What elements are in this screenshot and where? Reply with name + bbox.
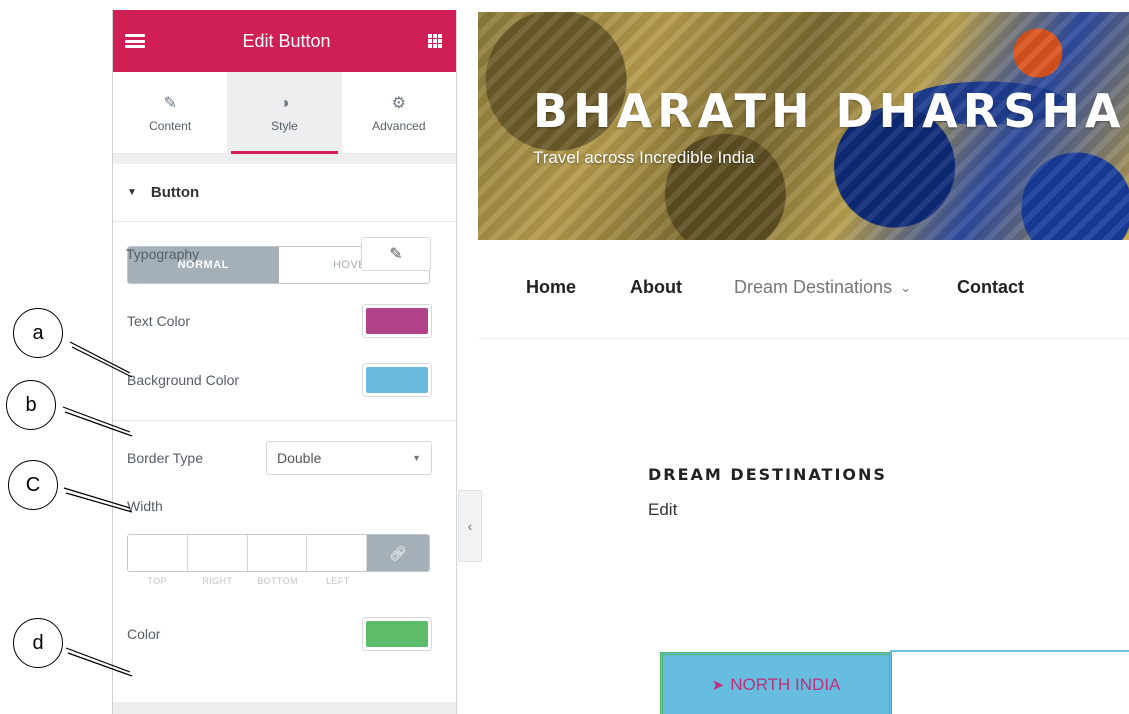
width-label-row: Width: [127, 498, 432, 514]
caret-down-icon: ▼: [127, 187, 137, 198]
chevron-left-icon: ‹: [467, 518, 473, 534]
button-row-line: [890, 650, 1129, 652]
style-controls: NORMAL HOVER Text Color Background Color…: [113, 222, 456, 702]
tab-advanced-label: Advanced: [372, 118, 426, 133]
navigation-arrow-icon: ➤: [711, 676, 725, 694]
background-color-picker[interactable]: [362, 363, 432, 397]
text-color-row: Text Color: [127, 304, 432, 338]
callout-a: a: [13, 308, 63, 358]
gear-icon: ⚙: [391, 94, 406, 112]
edit-link[interactable]: Edit: [648, 500, 677, 520]
width-top-label: TOP: [147, 576, 167, 586]
width-bottom-label: BOTTOM: [257, 576, 298, 586]
tab-style-label: Style: [271, 118, 298, 133]
nav-divider: [478, 338, 1129, 339]
width-top-input[interactable]: [128, 535, 188, 571]
divider: [113, 420, 456, 421]
border-type-label: Border Type: [127, 450, 204, 466]
editor-panel: Edit Button ✎ Content ◑ Style ⚙ Advanced…: [112, 10, 457, 714]
collapse-panel-button[interactable]: ‹: [458, 490, 482, 562]
nav-home[interactable]: Home: [526, 277, 576, 298]
callout-d: d: [13, 618, 63, 668]
background-color-label: Background Color: [127, 372, 240, 388]
width-right-label: RIGHT: [202, 576, 233, 586]
pencil-edit-icon: ✎: [389, 246, 403, 263]
half-circle-icon: ◑: [279, 94, 290, 112]
callout-b: b: [6, 380, 56, 430]
width-right-input[interactable]: [187, 535, 248, 571]
hamburger-menu-icon[interactable]: [125, 34, 145, 48]
section-title: Button: [150, 184, 200, 201]
border-color-row: Color: [127, 617, 432, 651]
panel-header: Edit Button: [113, 10, 456, 72]
width-label: Width: [127, 498, 163, 514]
border-color-label: Color: [127, 626, 161, 642]
border-color-picker[interactable]: [362, 617, 432, 651]
text-color-swatch: [366, 308, 428, 334]
border-width-inputs: 🔗︎: [127, 534, 430, 572]
border-type-row: Border Type Double ▼: [127, 441, 432, 475]
site-title[interactable]: BHARATH DHARSHA: [533, 84, 1125, 138]
tab-content-label: Content: [149, 118, 192, 133]
width-left-label: LEFT: [326, 576, 350, 586]
width-side-labels: TOP RIGHT BOTTOM LEFT: [127, 576, 368, 586]
north-india-label: NORTH INDIA: [730, 674, 841, 694]
typography-edit-button[interactable]: ✎: [361, 237, 431, 271]
callout-c: C: [8, 460, 58, 510]
panel-tabs: ✎ Content ◑ Style ⚙ Advanced: [113, 72, 456, 154]
tab-style[interactable]: ◑ Style: [227, 72, 342, 154]
site-header-banner: BHARATH DHARSHA Travel across Incredible…: [478, 12, 1129, 240]
panel-title: Edit Button: [242, 30, 331, 51]
width-left-input[interactable]: [307, 535, 367, 571]
chevron-down-icon: ⌄: [900, 279, 911, 295]
page-heading: DREAM DESTINATIONS: [648, 465, 887, 484]
tab-content[interactable]: ✎ Content: [113, 72, 227, 153]
site-tagline: Travel across Incredible India: [533, 148, 755, 167]
border-color-swatch: [366, 621, 428, 647]
north-india-button[interactable]: ➤ NORTH INDIA: [660, 652, 892, 714]
text-color-picker[interactable]: [362, 304, 432, 338]
site-nav: Home About Dream Destinations ⌄ Contact: [526, 277, 1024, 298]
chevron-down-icon: ▼: [412, 453, 421, 463]
tab-advanced[interactable]: ⚙ Advanced: [342, 72, 456, 153]
nav-about[interactable]: About: [630, 277, 682, 298]
border-type-select[interactable]: Double ▼: [266, 441, 432, 475]
widgets-grid-icon[interactable]: [428, 34, 442, 48]
text-color-label: Text Color: [127, 313, 191, 329]
pencil-icon: ✎: [163, 94, 177, 112]
nav-contact[interactable]: Contact: [957, 277, 1024, 298]
typography-label: Typography: [126, 246, 200, 262]
background-color-row: Background Color: [127, 363, 432, 397]
border-type-value: Double: [277, 450, 322, 466]
section-button-header[interactable]: ▼ Button: [113, 164, 456, 222]
background-color-swatch: [366, 367, 428, 393]
nav-dream-destinations[interactable]: Dream Destinations: [734, 277, 892, 298]
width-bottom-input[interactable]: [247, 535, 308, 571]
link-values-icon[interactable]: 🔗︎: [367, 535, 429, 571]
typography-row: Typography ✎: [126, 237, 431, 271]
